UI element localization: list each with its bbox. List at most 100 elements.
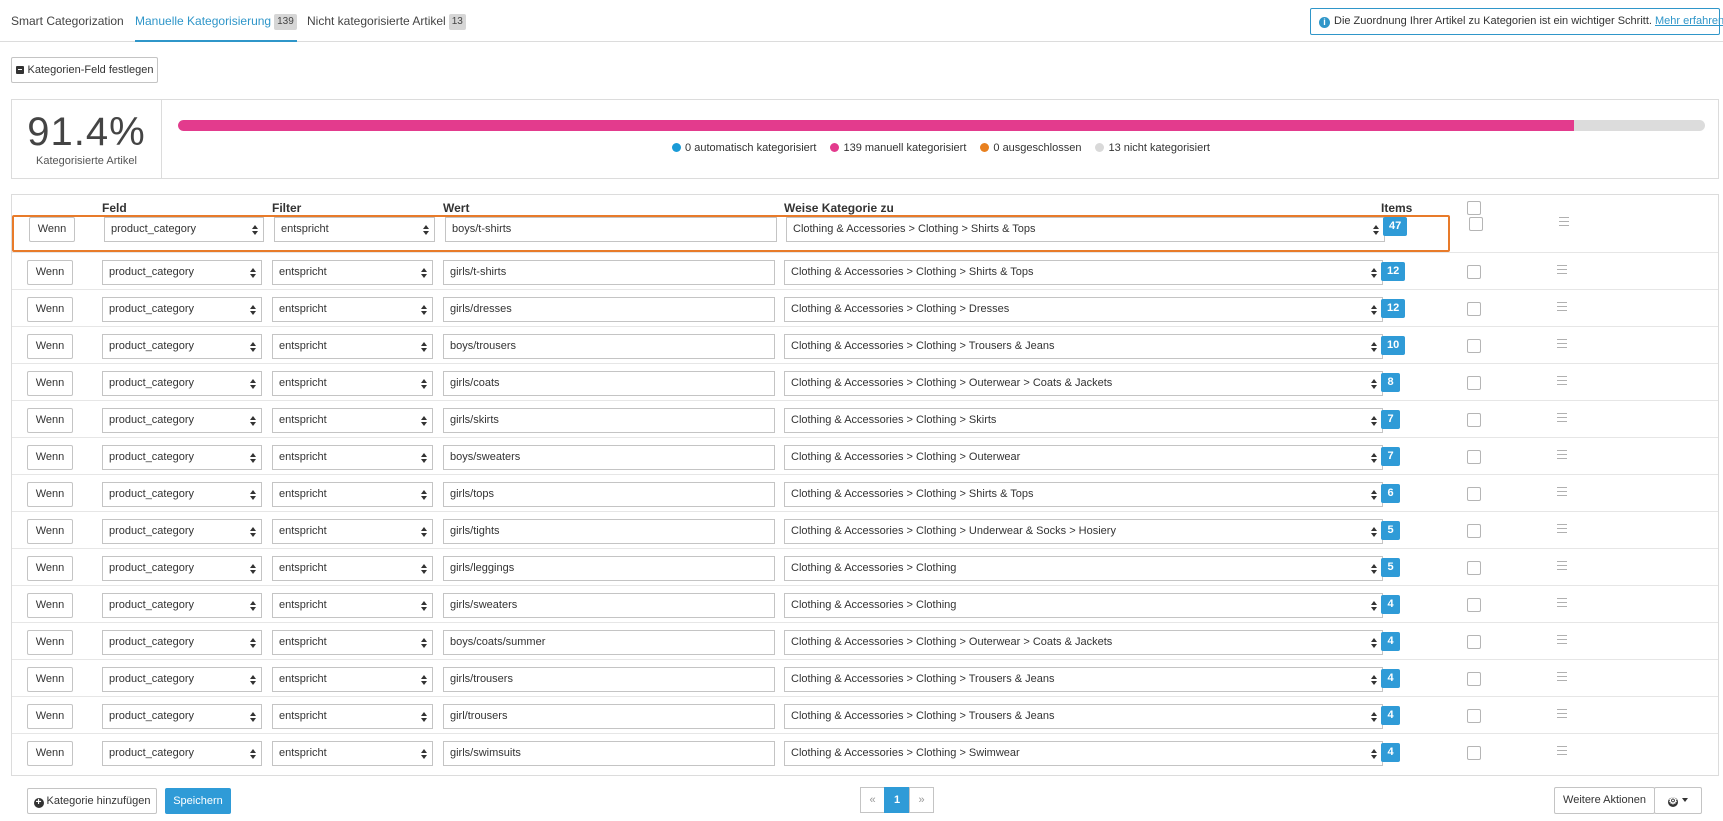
value-input[interactable]: girls/trousers	[443, 667, 775, 692]
row-checkbox[interactable]	[1467, 709, 1481, 723]
set-category-field-button[interactable]: Kategorien-Feld festlegen	[11, 57, 158, 83]
field-select[interactable]: product_category	[102, 593, 262, 618]
category-select[interactable]: Clothing & Accessories > Clothing	[784, 593, 1383, 618]
field-select[interactable]: product_category	[102, 741, 262, 766]
drag-handle-icon[interactable]	[1557, 265, 1567, 274]
condition-button[interactable]: Wenn	[27, 704, 73, 729]
condition-button[interactable]: Wenn	[27, 593, 73, 618]
drag-handle-icon[interactable]	[1557, 635, 1567, 644]
condition-button[interactable]: Wenn	[29, 217, 75, 242]
category-select[interactable]: Clothing & Accessories > Clothing > Trou…	[784, 334, 1383, 359]
field-select[interactable]: product_category	[102, 371, 262, 396]
value-input[interactable]: girls/t-shirts	[443, 260, 775, 285]
filter-select[interactable]: entspricht	[272, 556, 433, 581]
field-select[interactable]: product_category	[102, 519, 262, 544]
drag-handle-icon[interactable]	[1557, 709, 1567, 718]
tab-manuelle-kategorisierung[interactable]: Manuelle Kategorisierung 139	[135, 0, 297, 42]
field-select[interactable]: product_category	[102, 260, 262, 285]
row-checkbox[interactable]	[1469, 217, 1483, 231]
value-input[interactable]: girl/trousers	[443, 704, 775, 729]
value-input[interactable]: girls/coats	[443, 371, 775, 396]
filter-select[interactable]: entspricht	[272, 482, 433, 507]
category-select[interactable]: Clothing & Accessories > Clothing > Trou…	[784, 704, 1383, 729]
row-checkbox[interactable]	[1467, 339, 1481, 353]
condition-button[interactable]: Wenn	[27, 334, 73, 359]
field-select[interactable]: product_category	[102, 297, 262, 322]
category-select[interactable]: Clothing & Accessories > Clothing > Oute…	[784, 630, 1383, 655]
value-input[interactable]: girls/leggings	[443, 556, 775, 581]
drag-handle-icon[interactable]	[1557, 746, 1567, 755]
field-select[interactable]: product_category	[102, 556, 262, 581]
drag-handle-icon[interactable]	[1557, 598, 1567, 607]
field-select[interactable]: product_category	[102, 704, 262, 729]
category-select[interactable]: Clothing & Accessories > Clothing > Unde…	[784, 519, 1383, 544]
condition-button[interactable]: Wenn	[27, 741, 73, 766]
condition-button[interactable]: Wenn	[27, 408, 73, 433]
filter-select[interactable]: entspricht	[272, 445, 433, 470]
condition-button[interactable]: Wenn	[27, 260, 73, 285]
row-checkbox[interactable]	[1467, 598, 1481, 612]
category-select[interactable]: Clothing & Accessories > Clothing > Trou…	[784, 667, 1383, 692]
drag-handle-icon[interactable]	[1557, 450, 1567, 459]
filter-select[interactable]: entspricht	[272, 260, 433, 285]
row-checkbox[interactable]	[1467, 561, 1481, 575]
drag-handle-icon[interactable]	[1559, 217, 1569, 226]
category-select[interactable]: Clothing & Accessories > Clothing > Shir…	[784, 260, 1383, 285]
field-select[interactable]: product_category	[102, 667, 262, 692]
condition-button[interactable]: Wenn	[27, 667, 73, 692]
pagination-page-1[interactable]: 1	[884, 787, 910, 813]
value-input[interactable]: girls/tights	[443, 519, 775, 544]
value-input[interactable]: boys/sweaters	[443, 445, 775, 470]
condition-button[interactable]: Wenn	[27, 556, 73, 581]
row-checkbox[interactable]	[1467, 524, 1481, 538]
drag-handle-icon[interactable]	[1557, 302, 1567, 311]
value-input[interactable]: girls/tops	[443, 482, 775, 507]
filter-select[interactable]: entspricht	[272, 593, 433, 618]
drag-handle-icon[interactable]	[1557, 561, 1567, 570]
select-all-checkbox[interactable]	[1467, 201, 1481, 215]
value-input[interactable]: boys/trousers	[443, 334, 775, 359]
value-input[interactable]: girls/swimsuits	[443, 741, 775, 766]
condition-button[interactable]: Wenn	[27, 297, 73, 322]
field-select[interactable]: product_category	[102, 445, 262, 470]
condition-button[interactable]: Wenn	[27, 371, 73, 396]
condition-button[interactable]: Wenn	[27, 482, 73, 507]
field-select[interactable]: product_category	[102, 630, 262, 655]
category-select[interactable]: Clothing & Accessories > Clothing > Skir…	[784, 408, 1383, 433]
category-select[interactable]: Clothing & Accessories > Clothing > Dres…	[784, 297, 1383, 322]
category-select[interactable]: Clothing & Accessories > Clothing	[784, 556, 1383, 581]
row-checkbox[interactable]	[1467, 265, 1481, 279]
value-input[interactable]: girls/dresses	[443, 297, 775, 322]
drag-handle-icon[interactable]	[1557, 487, 1567, 496]
category-select[interactable]: Clothing & Accessories > Clothing > Oute…	[784, 371, 1383, 396]
filter-select[interactable]: entspricht	[272, 630, 433, 655]
filter-select[interactable]: entspricht	[272, 519, 433, 544]
pagination-next[interactable]: »	[909, 787, 934, 813]
field-select[interactable]: product_category	[102, 408, 262, 433]
more-actions-button[interactable]: Weitere Aktionen	[1554, 787, 1655, 814]
row-checkbox[interactable]	[1467, 302, 1481, 316]
row-checkbox[interactable]	[1467, 746, 1481, 760]
row-checkbox[interactable]	[1467, 635, 1481, 649]
condition-button[interactable]: Wenn	[27, 519, 73, 544]
filter-select[interactable]: entspricht	[272, 334, 433, 359]
drag-handle-icon[interactable]	[1557, 413, 1567, 422]
row-checkbox[interactable]	[1467, 487, 1481, 501]
value-input[interactable]: boys/coats/summer	[443, 630, 775, 655]
settings-dropdown-button[interactable]: ⚙	[1654, 787, 1702, 814]
value-input[interactable]: girls/skirts	[443, 408, 775, 433]
mehr-erfahren-link[interactable]: Mehr erfahren	[1655, 15, 1723, 27]
filter-select[interactable]: entspricht	[274, 217, 435, 242]
row-checkbox[interactable]	[1467, 376, 1481, 390]
drag-handle-icon[interactable]	[1557, 672, 1567, 681]
drag-handle-icon[interactable]	[1557, 339, 1567, 348]
field-select[interactable]: product_category	[102, 482, 262, 507]
condition-button[interactable]: Wenn	[27, 445, 73, 470]
add-category-button[interactable]: + Kategorie hinzufügen	[27, 788, 157, 814]
filter-select[interactable]: entspricht	[272, 667, 433, 692]
category-select[interactable]: Clothing & Accessories > Clothing > Oute…	[784, 445, 1383, 470]
condition-button[interactable]: Wenn	[27, 630, 73, 655]
row-checkbox[interactable]	[1467, 413, 1481, 427]
filter-select[interactable]: entspricht	[272, 297, 433, 322]
drag-handle-icon[interactable]	[1557, 524, 1567, 533]
